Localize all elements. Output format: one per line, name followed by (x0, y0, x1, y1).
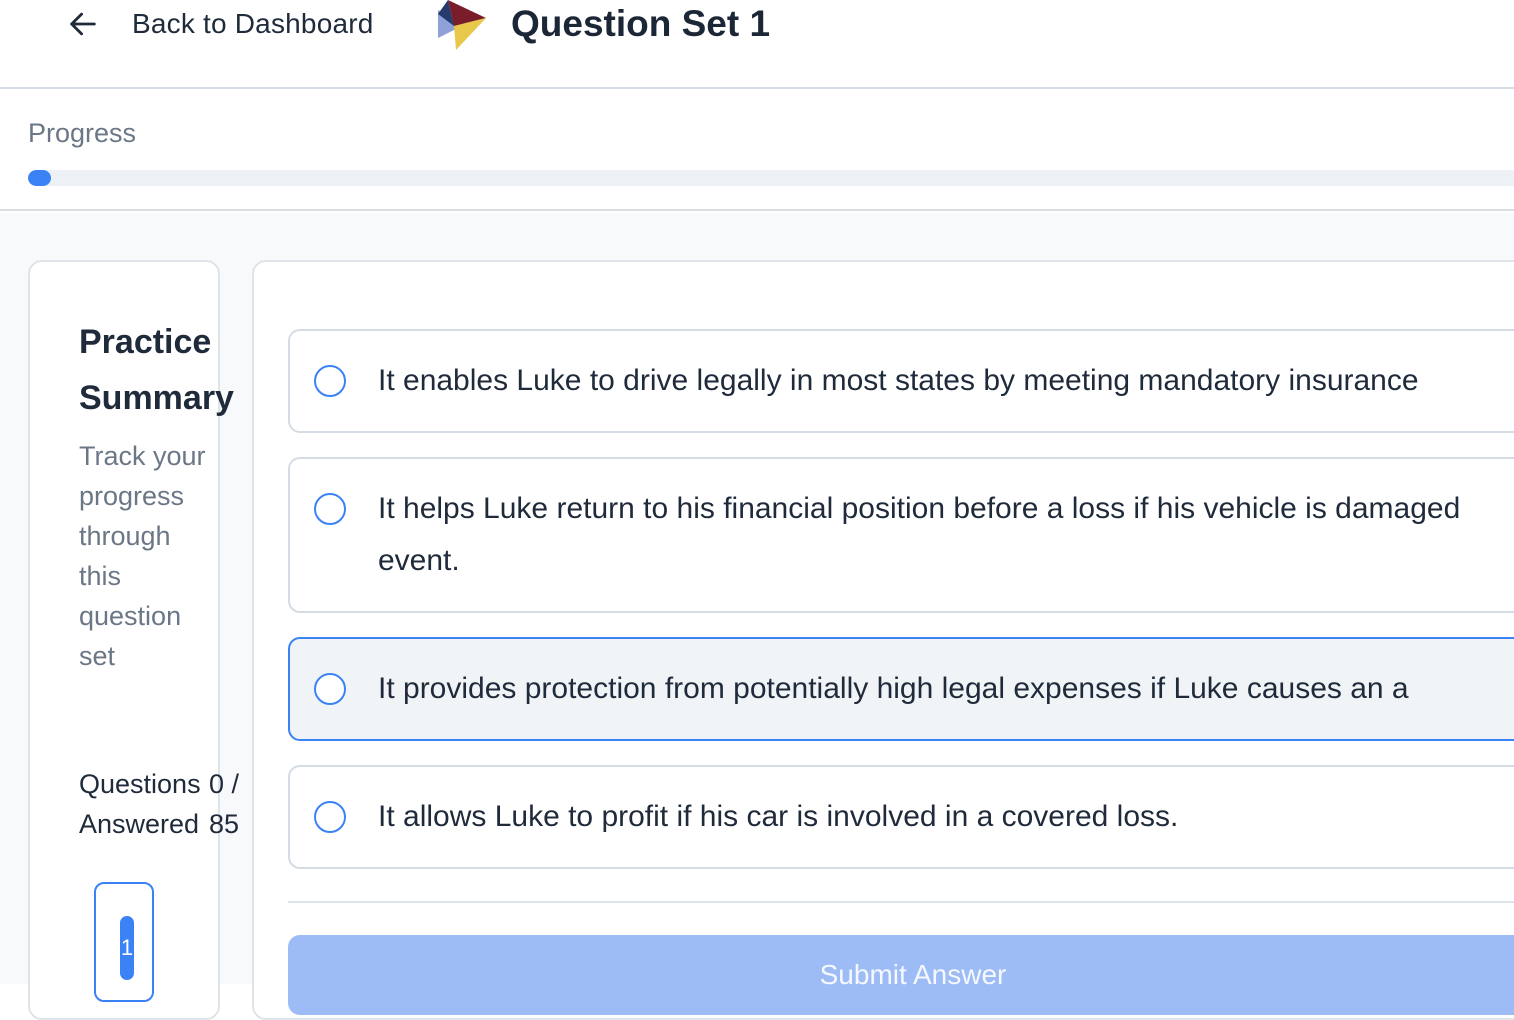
back-link-label: Back to Dashboard (132, 8, 374, 39)
answer-option-2[interactable]: It helps Luke return to his financial po… (288, 457, 1514, 613)
summary-title: Practice Summary (79, 323, 234, 417)
answer-option-1[interactable]: It enables Luke to drive legally in most… (288, 329, 1514, 433)
answer-option-text: It enables Luke to drive legally in most… (378, 364, 1419, 397)
radio-button[interactable] (314, 365, 346, 397)
page-title: Question Set 1 (511, 3, 771, 44)
answer-option-text: It helps Luke return to his financial po… (378, 492, 1461, 577)
summary-description: Track your progress through this questio… (79, 441, 206, 671)
radio-button[interactable] (314, 493, 346, 525)
question-nav-button-1[interactable]: 1 (94, 882, 154, 1002)
arrow-left-icon (70, 12, 96, 36)
logo-icon (438, 0, 486, 50)
answer-option-4[interactable]: It allows Luke to profit if his car is i… (288, 765, 1514, 869)
main-area: Practice Summary Track your progress thr… (0, 213, 1514, 1020)
progress-label: Progress (28, 118, 137, 148)
submit-answer-button[interactable]: Submit Answer (288, 935, 1514, 1015)
progress-bar (28, 170, 1514, 186)
progress-section: Progress (0, 91, 1514, 211)
question-panel: It enables Luke to drive legally in most… (252, 260, 1514, 1020)
radio-button[interactable] (314, 801, 346, 833)
divider (288, 901, 1514, 903)
progress-fill (28, 170, 51, 186)
practice-summary-card: Practice Summary Track your progress thr… (28, 260, 239, 1020)
questions-answered-label: Questions Answered (79, 769, 201, 839)
answer-option-text: It allows Luke to profit if his car is i… (378, 800, 1179, 833)
answer-option-3[interactable]: It provides protection from potentially … (288, 637, 1514, 741)
top-bar: Back to Dashboard Question Set 1 (0, 0, 1514, 89)
answer-option-text: It provides protection from potentially … (378, 672, 1409, 705)
question-number: 1 (120, 916, 134, 980)
radio-button[interactable] (314, 673, 346, 705)
back-to-dashboard-link[interactable]: Back to Dashboard (66, 4, 374, 44)
